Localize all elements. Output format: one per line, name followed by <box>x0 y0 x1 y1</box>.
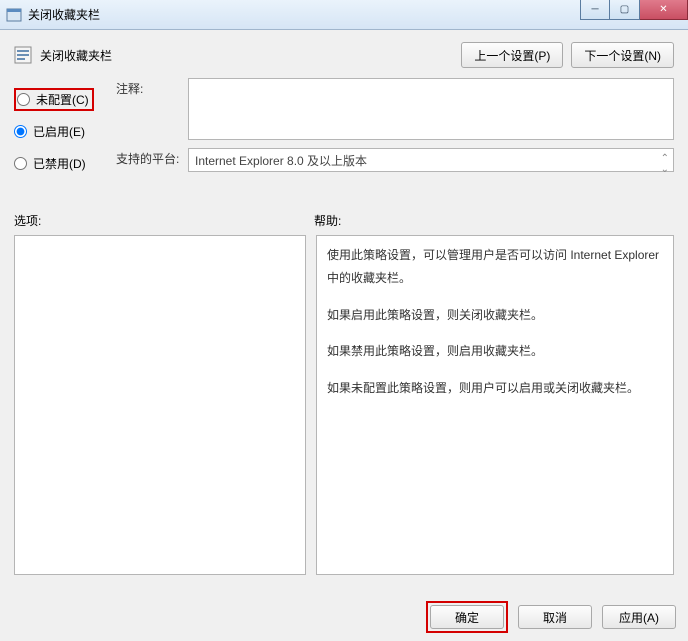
ok-button[interactable]: 确定 <box>430 605 504 629</box>
radio-enabled[interactable] <box>14 125 27 138</box>
caret-icon: ⌃⌄ <box>661 153 669 175</box>
window-icon <box>6 7 22 23</box>
options-panel <box>14 235 306 575</box>
radio-not-configured[interactable] <box>17 93 30 106</box>
comment-textarea[interactable] <box>188 78 674 140</box>
page-heading: 关闭收藏夹栏 <box>40 47 112 64</box>
highlight-not-configured: 未配置(C) <box>14 88 94 111</box>
options-label: 选项: <box>14 212 314 229</box>
window-buttons: ─ ▢ ✕ <box>580 0 688 20</box>
platform-label: 支持的平台: <box>116 148 188 167</box>
radio-enabled-label: 已启用(E) <box>33 123 85 140</box>
close-button[interactable]: ✕ <box>640 0 688 20</box>
cancel-button[interactable]: 取消 <box>518 605 592 629</box>
radio-disabled-label: 已禁用(D) <box>33 155 86 172</box>
help-text-1: 使用此策略设置，可以管理用户是否可以访问 Internet Explorer 中… <box>327 244 663 290</box>
minimize-button[interactable]: ─ <box>580 0 610 20</box>
radio-not-configured-label: 未配置(C) <box>36 91 89 108</box>
help-text-4: 如果未配置此策略设置，则用户可以启用或关闭收藏夹栏。 <box>327 377 663 400</box>
radio-disabled[interactable] <box>14 157 27 170</box>
platform-value: Internet Explorer 8.0 及以上版本 <box>195 152 367 169</box>
window-title: 关闭收藏夹栏 <box>28 6 100 23</box>
platform-field[interactable]: Internet Explorer 8.0 及以上版本 ⌃⌄ <box>188 148 674 172</box>
help-label: 帮助: <box>314 212 341 229</box>
prev-setting-button[interactable]: 上一个设置(P) <box>461 42 563 68</box>
comment-label: 注释: <box>116 78 188 97</box>
next-setting-button[interactable]: 下一个设置(N) <box>571 42 674 68</box>
title-bar: 关闭收藏夹栏 ─ ▢ ✕ <box>0 0 688 30</box>
highlight-ok: 确定 <box>426 601 508 633</box>
maximize-button[interactable]: ▢ <box>610 0 640 20</box>
help-panel: 使用此策略设置，可以管理用户是否可以访问 Internet Explorer 中… <box>316 235 674 575</box>
policy-icon <box>14 46 32 64</box>
help-text-3: 如果禁用此策略设置，则启用收藏夹栏。 <box>327 340 663 363</box>
help-text-2: 如果启用此策略设置，则关闭收藏夹栏。 <box>327 304 663 327</box>
apply-button[interactable]: 应用(A) <box>602 605 676 629</box>
